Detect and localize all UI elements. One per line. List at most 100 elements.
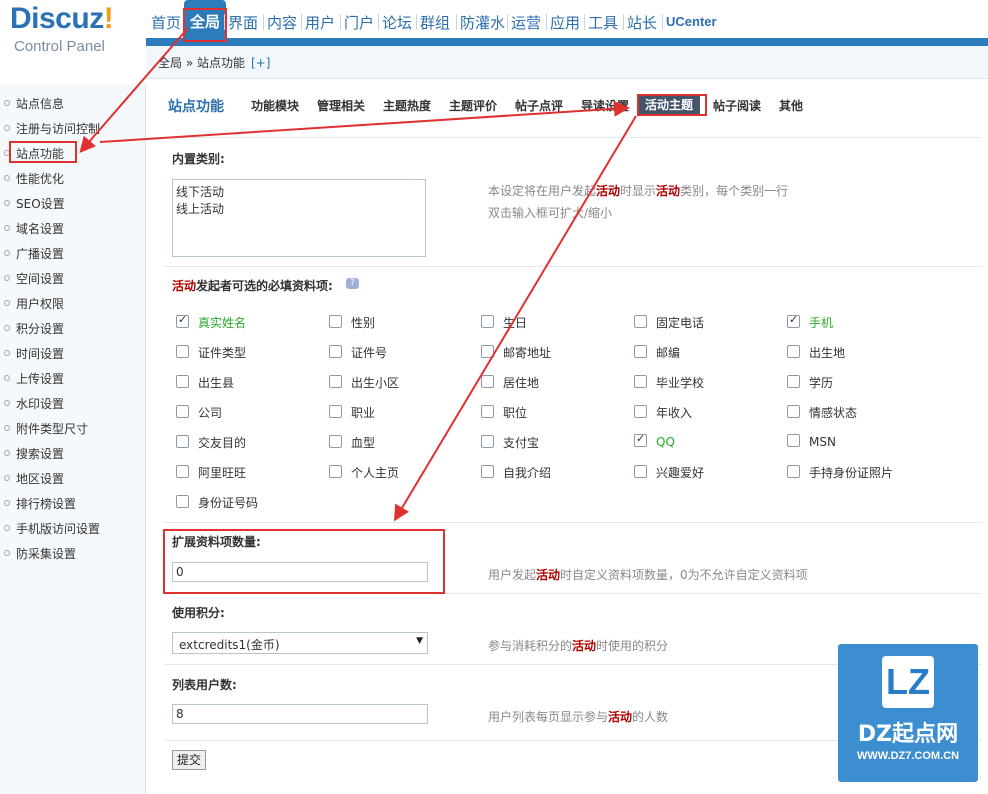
sidebar-item[interactable]: 空间设置: [16, 270, 64, 287]
sub-tab[interactable]: 主题评价: [449, 97, 497, 114]
checkbox-icon[interactable]: [176, 495, 189, 508]
required-field-checkbox[interactable]: 阿里旺旺: [176, 464, 246, 481]
required-field-checkbox[interactable]: 证件号: [329, 344, 387, 361]
sub-tab[interactable]: 帖子阅读: [713, 97, 761, 114]
checkbox-icon[interactable]: [481, 345, 494, 358]
required-field-checkbox[interactable]: 生日: [481, 314, 527, 331]
sub-tab[interactable]: 主题热度: [383, 97, 431, 114]
required-field-checkbox[interactable]: 身份证号码: [176, 494, 258, 511]
required-field-checkbox[interactable]: 出生县: [176, 374, 234, 391]
checkbox-checked-icon[interactable]: [176, 313, 189, 328]
top-nav-item[interactable]: 应用: [550, 12, 580, 33]
required-field-checkbox[interactable]: 手持身份证照片: [787, 464, 893, 481]
checkbox-icon[interactable]: [176, 375, 189, 388]
sidebar-item[interactable]: 性能优化: [16, 170, 64, 187]
checkbox-icon[interactable]: [634, 315, 647, 328]
required-field-checkbox[interactable]: 职位: [481, 404, 527, 421]
checkbox-icon[interactable]: [329, 315, 342, 328]
checkbox-icon[interactable]: [176, 465, 189, 478]
sub-tab[interactable]: 导读设置: [581, 97, 629, 114]
checkbox-icon[interactable]: [481, 375, 494, 388]
top-nav-item[interactable]: 门户: [344, 12, 374, 33]
top-nav-item[interactable]: 站长: [627, 12, 657, 33]
required-field-checkbox[interactable]: 出生小区: [329, 374, 399, 391]
required-field-checkbox[interactable]: 职业: [329, 404, 375, 421]
required-field-checkbox[interactable]: 出生地: [787, 344, 845, 361]
top-nav-item[interactable]: 群组: [420, 12, 450, 33]
required-field-checkbox[interactable]: 自我介绍: [481, 464, 551, 481]
checkbox-icon[interactable]: [176, 405, 189, 418]
checkbox-icon[interactable]: [787, 375, 800, 388]
sub-tab[interactable]: 管理相关: [317, 97, 365, 114]
required-field-checkbox[interactable]: 真实姓名: [176, 313, 246, 331]
sub-tab[interactable]: 其他: [779, 97, 803, 114]
sidebar-item[interactable]: 积分设置: [16, 320, 64, 337]
checkbox-icon[interactable]: [634, 465, 647, 478]
required-field-checkbox[interactable]: QQ: [634, 432, 675, 449]
required-field-checkbox[interactable]: 学历: [787, 374, 833, 391]
required-field-checkbox[interactable]: 证件类型: [176, 344, 246, 361]
sidebar-item[interactable]: 注册与访问控制: [16, 120, 100, 137]
breadcrumb-add-button[interactable]: [+]: [251, 56, 270, 70]
checkbox-checked-icon[interactable]: [787, 313, 800, 328]
sidebar-item[interactable]: 水印设置: [16, 395, 64, 412]
sidebar-item[interactable]: 站点信息: [16, 95, 64, 112]
checkbox-icon[interactable]: [329, 465, 342, 478]
sub-tab[interactable]: 帖子点评: [515, 97, 563, 114]
checkbox-checked-icon[interactable]: [634, 432, 647, 447]
checkbox-icon[interactable]: [329, 375, 342, 388]
sidebar-item[interactable]: 排行榜设置: [16, 495, 76, 512]
required-field-checkbox[interactable]: MSN: [787, 434, 836, 449]
checkbox-icon[interactable]: [634, 405, 647, 418]
checkbox-icon[interactable]: [787, 434, 800, 447]
checkbox-icon[interactable]: [329, 405, 342, 418]
sidebar-item[interactable]: 域名设置: [16, 220, 64, 237]
required-field-checkbox[interactable]: 手机: [787, 313, 833, 331]
top-nav-item[interactable]: 论坛: [382, 12, 412, 33]
checkbox-icon[interactable]: [329, 435, 342, 448]
sidebar-item[interactable]: 附件类型尺寸: [16, 420, 88, 437]
top-nav-item[interactable]: 工具: [588, 12, 618, 33]
required-field-checkbox[interactable]: 毕业学校: [634, 374, 704, 391]
required-field-checkbox[interactable]: 情感状态: [787, 404, 857, 421]
sidebar-item[interactable]: 手机版访问设置: [16, 520, 100, 537]
top-nav-item[interactable]: 用户: [305, 12, 335, 33]
sidebar-item[interactable]: 搜索设置: [16, 445, 64, 462]
top-nav-item[interactable]: 界面: [228, 12, 258, 33]
required-field-checkbox[interactable]: 固定电话: [634, 314, 704, 331]
sidebar-item[interactable]: 上传设置: [16, 370, 64, 387]
required-field-checkbox[interactable]: 邮编: [634, 344, 680, 361]
sub-tab[interactable]: 功能模块: [251, 97, 299, 114]
checkbox-icon[interactable]: [481, 405, 494, 418]
checkbox-icon[interactable]: [787, 465, 800, 478]
top-nav-item[interactable]: 首页: [151, 12, 181, 33]
sidebar-item[interactable]: 广播设置: [16, 245, 64, 262]
required-field-checkbox[interactable]: 个人主页: [329, 464, 399, 481]
checkbox-icon[interactable]: [481, 315, 494, 328]
checkbox-icon[interactable]: [634, 375, 647, 388]
required-field-checkbox[interactable]: 居住地: [481, 374, 539, 391]
top-nav-item[interactable]: 运营: [511, 12, 541, 33]
checkbox-icon[interactable]: [787, 345, 800, 358]
builtin-types-textarea[interactable]: [172, 179, 426, 257]
submit-button[interactable]: 提交: [172, 750, 207, 770]
sidebar-item[interactable]: 时间设置: [16, 345, 64, 362]
top-nav-item[interactable]: 内容: [267, 12, 297, 33]
top-nav-item[interactable]: UCenter: [666, 14, 717, 29]
checkbox-icon[interactable]: [329, 345, 342, 358]
help-icon[interactable]: ?: [346, 278, 359, 289]
breadcrumb-path[interactable]: 全局 » 站点功能: [158, 56, 245, 70]
checkbox-icon[interactable]: [787, 405, 800, 418]
required-field-checkbox[interactable]: 兴趣爱好: [634, 464, 704, 481]
required-field-checkbox[interactable]: 公司: [176, 404, 222, 421]
checkbox-icon[interactable]: [176, 435, 189, 448]
credits-select[interactable]: extcredits1(金币) ▼: [172, 632, 428, 654]
sidebar-item[interactable]: 防采集设置: [16, 545, 76, 562]
checkbox-icon[interactable]: [481, 435, 494, 448]
required-field-checkbox[interactable]: 交友目的: [176, 434, 246, 451]
required-field-checkbox[interactable]: 支付宝: [481, 434, 539, 451]
checkbox-icon[interactable]: [481, 465, 494, 478]
required-field-checkbox[interactable]: 血型: [329, 434, 375, 451]
list-users-input[interactable]: [172, 704, 428, 724]
checkbox-icon[interactable]: [634, 345, 647, 358]
